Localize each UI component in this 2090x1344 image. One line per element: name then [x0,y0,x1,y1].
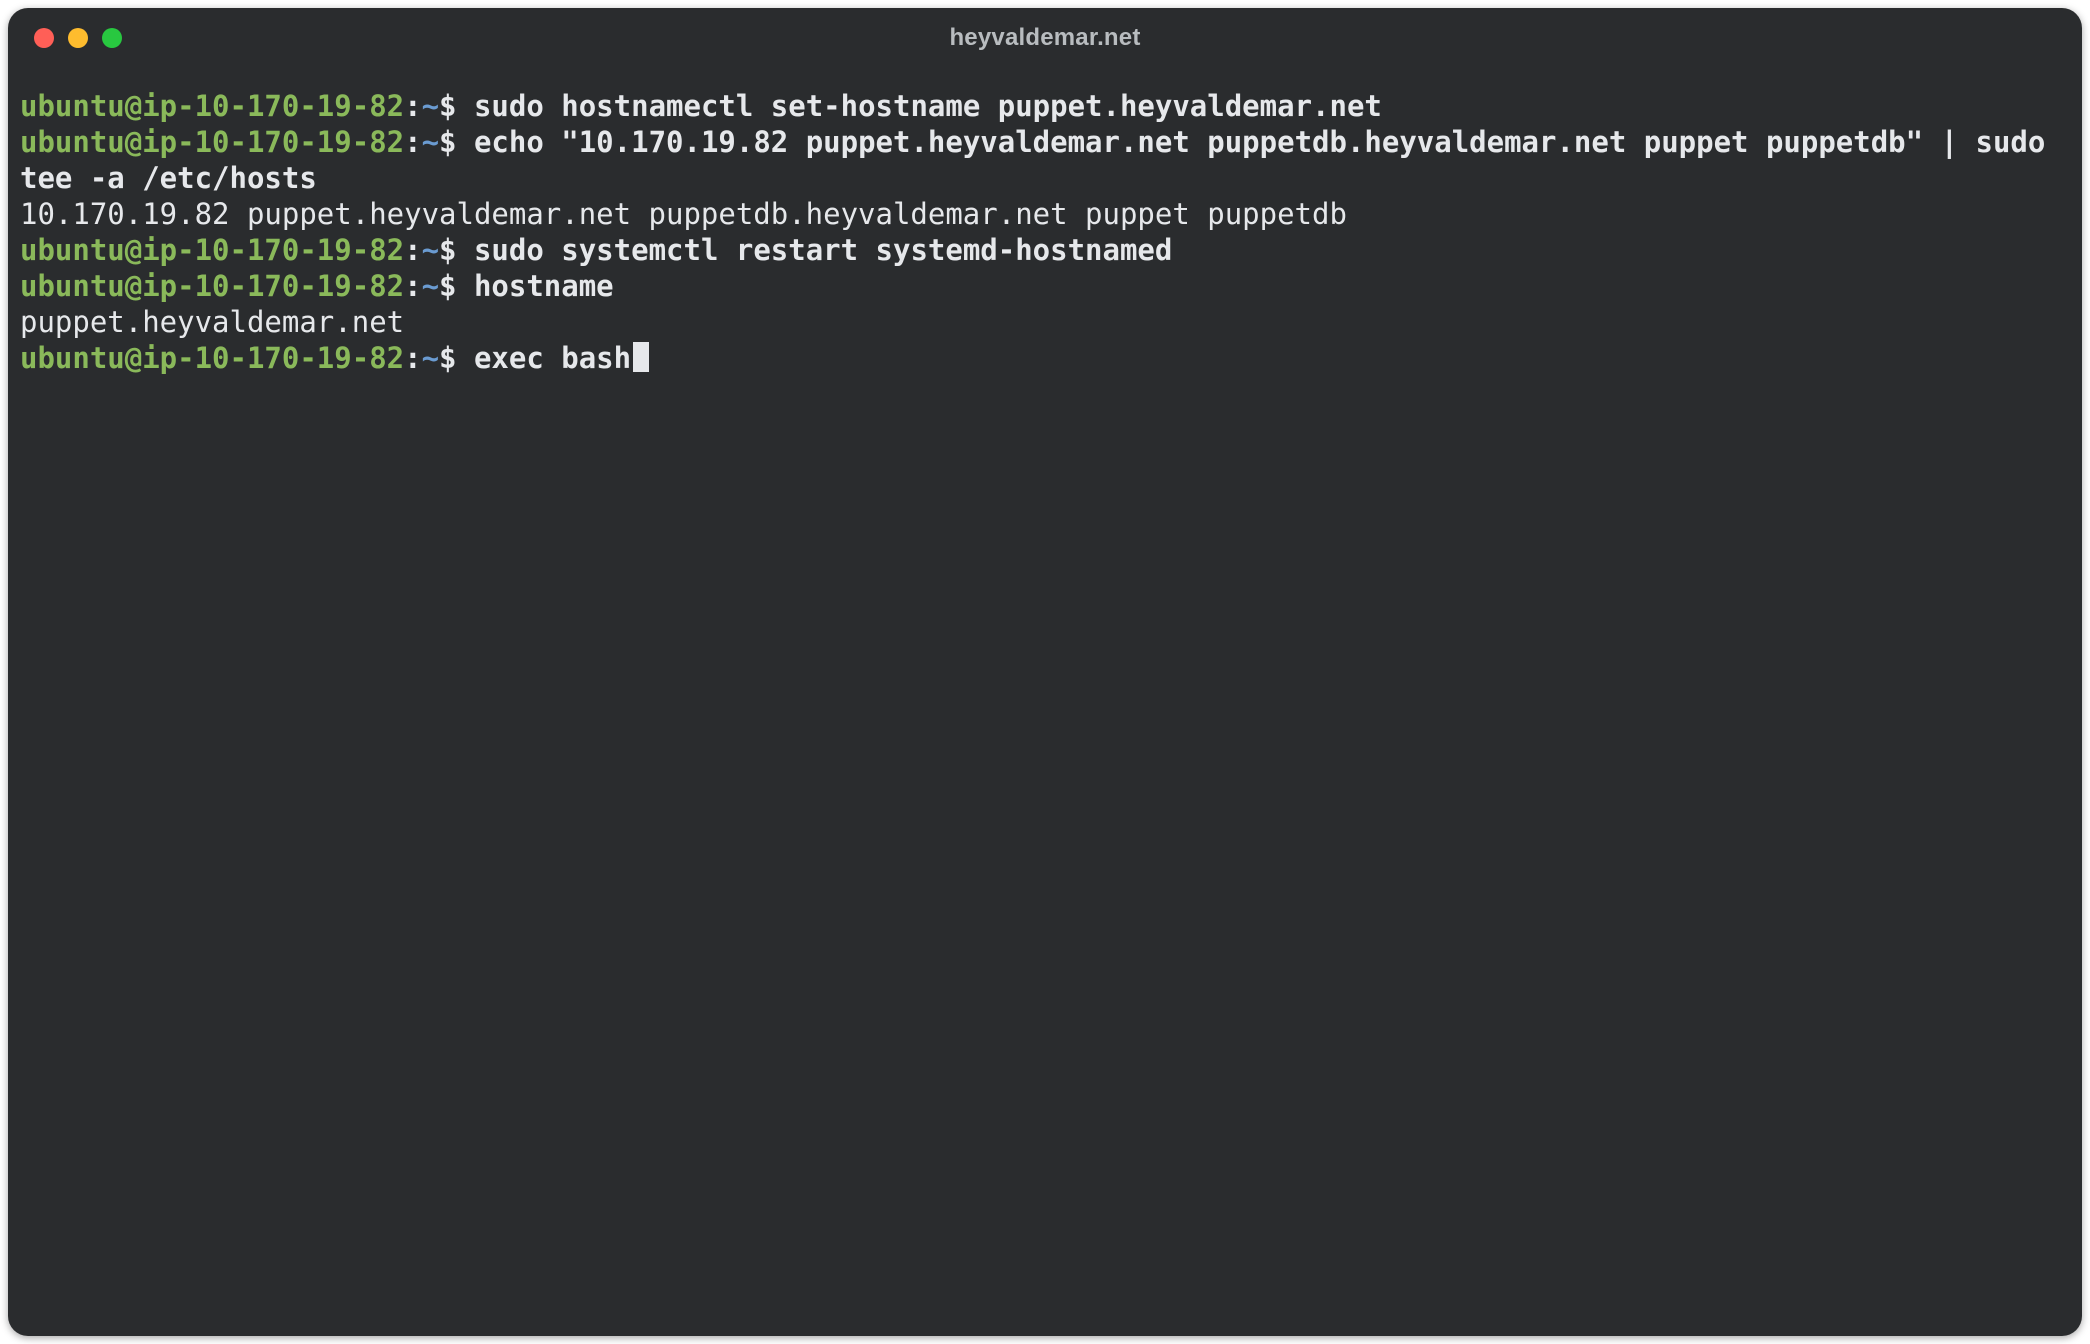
output-text: puppet.heyvaldemar.net [20,305,404,339]
prompt-separator: : [404,269,421,303]
cursor-icon [633,342,649,372]
window-controls [34,28,122,48]
prompt-path: ~ [422,269,439,303]
prompt-path: ~ [422,341,439,375]
prompt-dollar: $ [439,125,474,159]
zoom-icon[interactable] [102,28,122,48]
prompt-user-host: ubuntu@ip-10-170-19-82 [20,269,404,303]
prompt-dollar: $ [439,341,474,375]
minimize-icon[interactable] [68,28,88,48]
prompt-user-host: ubuntu@ip-10-170-19-82 [20,125,404,159]
terminal-window: heyvaldemar.net ubuntu@ip-10-170-19-82:~… [8,8,2082,1336]
close-icon[interactable] [34,28,54,48]
window-title: heyvaldemar.net [949,24,1140,52]
prompt-user-host: ubuntu@ip-10-170-19-82 [20,89,404,123]
prompt-dollar: $ [439,89,474,123]
prompt-separator: : [404,89,421,123]
prompt-user-host: ubuntu@ip-10-170-19-82 [20,233,404,267]
prompt-dollar: $ [439,269,474,303]
output-text: 10.170.19.82 puppet.heyvaldemar.net pupp… [20,197,1347,231]
command-text: sudo hostnamectl set-hostname puppet.hey… [474,89,1382,123]
terminal-body[interactable]: ubuntu@ip-10-170-19-82:~$ sudo hostnamec… [8,68,2082,1336]
prompt-path: ~ [422,233,439,267]
prompt-path: ~ [422,89,439,123]
prompt-separator: : [404,125,421,159]
prompt-separator: : [404,341,421,375]
titlebar: heyvaldemar.net [8,8,2082,68]
command-text: exec bash [474,341,631,375]
command-text: sudo systemctl restart systemd-hostnamed [474,233,1172,267]
prompt-path: ~ [422,125,439,159]
prompt-dollar: $ [439,233,474,267]
prompt-separator: : [404,233,421,267]
prompt-user-host: ubuntu@ip-10-170-19-82 [20,341,404,375]
command-text: hostname [474,269,614,303]
